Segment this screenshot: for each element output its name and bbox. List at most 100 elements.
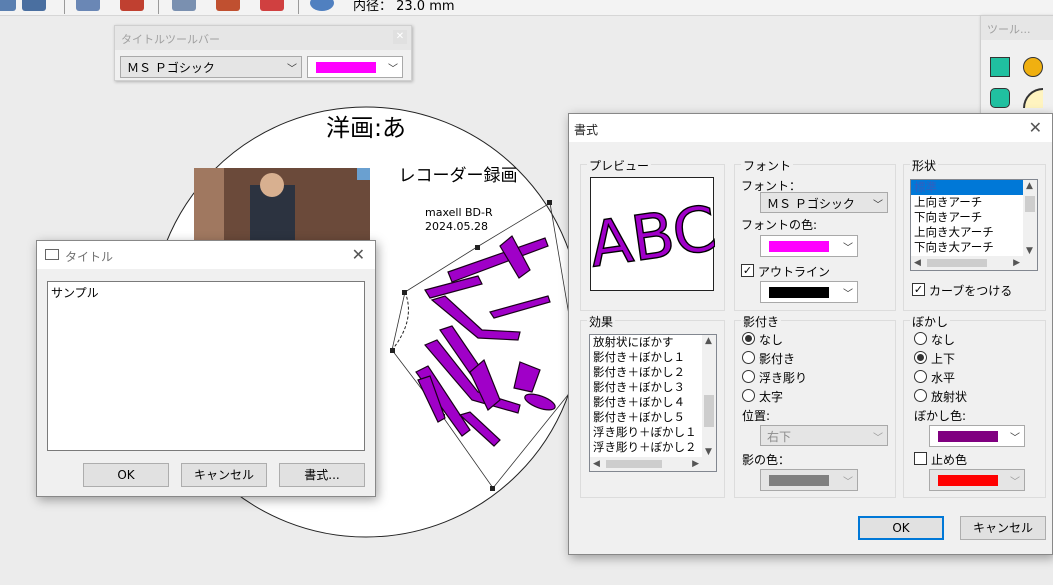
shadow-group-label: 影付き: [741, 313, 782, 330]
rounded-rect-tool-icon[interactable]: [990, 88, 1010, 108]
shadow-none-radio[interactable]: [742, 332, 755, 345]
blur-option-label: 水平: [931, 371, 956, 385]
list-item[interactable]: 放射状にぼかす: [590, 335, 716, 350]
chevron-right-icon[interactable]: ▶: [692, 459, 699, 469]
title-toolbar-header[interactable]: タイトルツールバー ✕: [115, 26, 411, 50]
scroll-thumb[interactable]: [927, 259, 987, 267]
disc-photo-badge: [357, 168, 370, 180]
stop-color-select[interactable]: ﹀: [929, 469, 1025, 491]
ellipse-tool-icon[interactable]: [1023, 57, 1043, 77]
chevron-down-icon: ﹀: [873, 200, 883, 211]
close-icon[interactable]: ✕: [352, 245, 365, 264]
font-select-value: ＭＳ Ｐゴシック: [767, 197, 855, 211]
selection-handle: [475, 245, 480, 250]
outline-color-select[interactable]: ﹀: [760, 281, 858, 303]
arc-tool-icon[interactable]: [1023, 88, 1043, 108]
effect-list[interactable]: 放射状にぼかす 影付き＋ぼかし１ 影付き＋ぼかし２ 影付き＋ぼかし３ 影付き＋ぼ…: [589, 334, 717, 472]
shadow-position-select[interactable]: 右下 ﹀: [760, 425, 888, 446]
chevron-down-icon: ﹀: [287, 64, 297, 75]
list-item[interactable]: 上向き大アーチ: [911, 225, 1037, 240]
blur-none-radio[interactable]: [914, 332, 927, 345]
list-item[interactable]: 影付き＋ぼかし１: [590, 350, 716, 365]
blur-radial-radio[interactable]: [914, 389, 927, 402]
ok-button[interactable]: OK: [858, 516, 944, 540]
shadow-group: 影付き なし 影付き 浮き彫り 太字 位置: 右下 ﹀ 影の色： ﹀: [734, 313, 896, 498]
horizontal-scrollbar[interactable]: ◀ ▶: [590, 457, 702, 471]
preview-sample: ABC: [584, 191, 721, 282]
list-item[interactable]: 浮き彫り＋ぼかし２: [590, 440, 716, 455]
close-icon[interactable]: ✕: [1029, 118, 1042, 137]
shadow-color-label: 影の色：: [742, 453, 791, 467]
close-icon[interactable]: ✕: [393, 30, 407, 44]
effect-group-label: 効果: [587, 313, 616, 330]
chevron-down-icon[interactable]: ▼: [1026, 246, 1033, 256]
shadow-drop-radio[interactable]: [742, 351, 755, 364]
font-color-select[interactable]: ﹀: [760, 235, 858, 257]
cancel-button[interactable]: キャンセル: [181, 463, 267, 487]
list-item[interactable]: 影付き＋ぼかし５: [590, 410, 716, 425]
list-item[interactable]: 浮き彫り＋ぼかし１: [590, 425, 716, 440]
shape-list[interactable]: 標準 上向きアーチ 下向きアーチ 上向き大アーチ 下向き大アーチ ▲ ▼ ◀ ▶: [910, 179, 1038, 271]
stop-color-swatch: [938, 475, 998, 486]
list-item[interactable]: 下向きアーチ: [911, 210, 1037, 225]
list-item[interactable]: 標準: [911, 180, 1037, 195]
chevron-down-icon: ﹀: [1010, 433, 1020, 444]
chevron-left-icon[interactable]: ◀: [914, 258, 921, 268]
selection-handle: [547, 200, 552, 205]
chevron-up-icon[interactable]: ▲: [1026, 181, 1033, 191]
font-group: フォント フォント： ＭＳ Ｐゴシック ﹀ フォントの色: ﹀ ✓ アウトライン…: [734, 157, 896, 311]
tools-palette: ツール...: [980, 15, 1053, 115]
shadow-color-select[interactable]: ﹀: [760, 469, 858, 491]
scroll-thumb[interactable]: [1025, 196, 1035, 212]
list-item[interactable]: 影付き＋ぼかし２: [590, 365, 716, 380]
shadow-position-label: 位置:: [742, 409, 771, 423]
preview-sample-text: ABC: [591, 192, 715, 282]
font-color-label: フォントの色:: [741, 218, 818, 232]
font-select[interactable]: ＭＳ Ｐゴシック ﹀: [760, 192, 888, 213]
blur-vertical-radio[interactable]: [914, 351, 927, 364]
ok-button[interactable]: OK: [83, 463, 169, 487]
title-text-area[interactable]: サンプル: [47, 281, 365, 451]
shadow-color-swatch: [769, 475, 829, 486]
preview-label: プレビュー: [587, 157, 652, 174]
chevron-up-icon[interactable]: ▲: [705, 336, 712, 346]
shadow-position-value: 右下: [767, 430, 792, 444]
blur-color-label: ぼかし色:: [914, 409, 967, 423]
title-toolbar-font-select[interactable]: ＭＳ Ｐゴシック ﹀: [120, 56, 302, 78]
outline-checkbox[interactable]: ✓: [741, 264, 754, 277]
scroll-thumb[interactable]: [606, 460, 662, 468]
list-item[interactable]: 上向きアーチ: [911, 195, 1037, 210]
chevron-left-icon[interactable]: ◀: [593, 459, 600, 469]
format-button[interactable]: 書式...: [279, 463, 365, 487]
disc-subtitle: レコーダー録画: [399, 166, 518, 186]
outline-color-swatch: [769, 287, 829, 298]
horizontal-scrollbar[interactable]: ◀ ▶: [911, 256, 1023, 270]
tools-palette-header[interactable]: ツール...: [981, 16, 1053, 40]
list-item[interactable]: 影付き＋ぼかし３: [590, 380, 716, 395]
blur-horizontal-radio[interactable]: [914, 370, 927, 383]
chevron-down-icon: ﹀: [843, 477, 853, 488]
chevron-right-icon[interactable]: ▶: [1013, 258, 1020, 268]
shadow-option-label: なし: [759, 333, 784, 347]
blur-color-select[interactable]: ﹀: [929, 425, 1025, 447]
format-dialog-header[interactable]: 書式 ✕: [569, 114, 1052, 142]
stop-color-checkbox[interactable]: [914, 452, 927, 465]
format-dialog-title: 書式: [574, 123, 599, 137]
rectangle-tool-icon[interactable]: [990, 57, 1010, 77]
scroll-thumb[interactable]: [704, 395, 714, 427]
list-item[interactable]: 影付き＋ぼかし４: [590, 395, 716, 410]
title-toolbar-color-select[interactable]: ﹀: [307, 56, 403, 78]
cancel-button[interactable]: キャンセル: [960, 516, 1046, 540]
disc-photo-face: [260, 173, 284, 197]
blur-group: ぼかし なし 上下 水平 放射状 ぼかし色: ﹀ 止め色 ﹀: [903, 313, 1046, 498]
curve-checkbox[interactable]: ✓: [912, 283, 925, 296]
shadow-emboss-radio[interactable]: [742, 370, 755, 383]
list-item[interactable]: 下向き大アーチ: [911, 240, 1037, 255]
shadow-bold-radio[interactable]: [742, 389, 755, 402]
vertical-scrollbar[interactable]: ▲ ▼: [1023, 180, 1037, 270]
title-dialog-header[interactable]: タイトル ✕: [37, 241, 375, 269]
selection-handle: [490, 486, 495, 491]
vertical-scrollbar[interactable]: ▲ ▼: [702, 335, 716, 471]
disc-date-line: 2024.05.28: [425, 220, 488, 233]
chevron-down-icon[interactable]: ▼: [705, 447, 712, 457]
